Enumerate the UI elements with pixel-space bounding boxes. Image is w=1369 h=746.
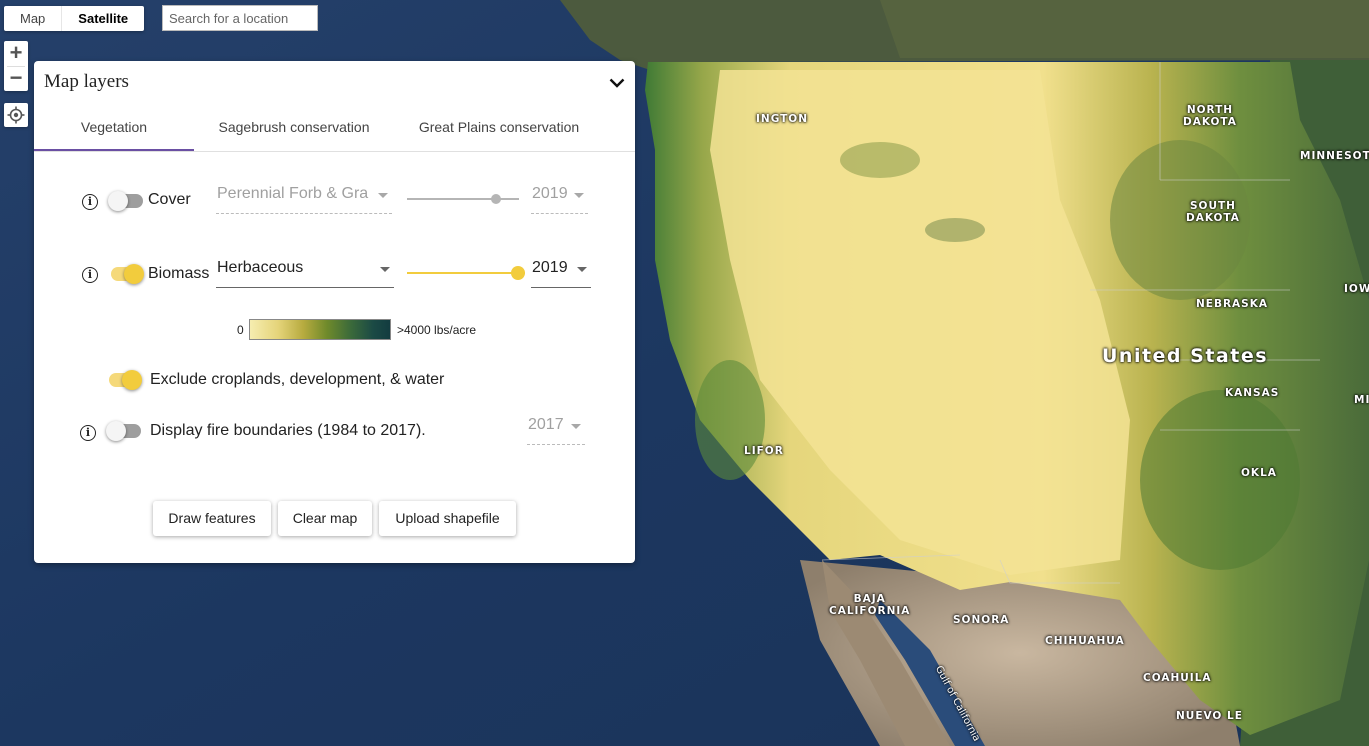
tab-sagebrush-conservation[interactable]: Sagebrush conservation xyxy=(199,109,389,151)
biomass-label: Biomass xyxy=(148,265,210,282)
fire-toggle[interactable] xyxy=(106,421,142,441)
biomass-info-icon[interactable]: i xyxy=(82,267,98,283)
legend-max-label: >4000 lbs/acre xyxy=(397,323,477,337)
biomass-type-value: Herbaceous xyxy=(217,259,304,276)
cover-type-value: Perennial Forb & Gra… xyxy=(217,185,369,202)
exclude-toggle-knob xyxy=(122,370,142,390)
cover-type-select[interactable]: Perennial Forb & Gra… xyxy=(216,182,392,214)
chevron-down-icon xyxy=(574,193,584,198)
biomass-toggle-knob xyxy=(124,264,144,284)
label-sonora: SONORA xyxy=(953,614,1010,626)
cover-toggle[interactable] xyxy=(108,191,144,211)
label-chihuahua: CHIHUAHUA xyxy=(1045,635,1125,647)
biomass-slider-rail xyxy=(407,272,525,274)
exclude-toggle[interactable] xyxy=(106,370,142,390)
upload-shapefile-button[interactable]: Upload shapefile xyxy=(379,501,516,536)
cover-info-icon[interactable]: i xyxy=(82,194,98,210)
label-iowa: IOW xyxy=(1344,283,1369,295)
biomass-slider-thumb[interactable] xyxy=(511,266,525,280)
fire-toggle-knob xyxy=(106,421,126,441)
label-coahuila: COAHUILA xyxy=(1143,672,1212,684)
zoom-control: + − xyxy=(4,41,28,91)
fire-label: Display fire boundaries (1984 to 2017). xyxy=(150,422,426,439)
label-united-states: United States xyxy=(1102,345,1269,367)
exclude-label: Exclude croplands, development, & water xyxy=(150,371,445,388)
biomass-toggle[interactable] xyxy=(108,264,144,284)
cover-slider-thumb[interactable] xyxy=(491,194,501,204)
draw-features-button[interactable]: Draw features xyxy=(153,501,271,536)
panel-title: Map layers xyxy=(44,71,129,92)
search-input[interactable] xyxy=(162,5,318,31)
legend-min-label: 0 xyxy=(237,323,244,337)
chevron-down-icon xyxy=(378,193,388,198)
label-kansas: KANSAS xyxy=(1225,387,1280,399)
label-minnesota: MINNESOTA xyxy=(1300,150,1369,162)
label-nebraska: NEBRASKA xyxy=(1196,298,1268,310)
cover-year-value: 2019 xyxy=(532,185,568,202)
cover-slider-rail xyxy=(407,198,519,200)
chevron-down-icon xyxy=(577,267,587,272)
chevron-down-icon xyxy=(609,78,625,88)
cover-toggle-knob xyxy=(108,191,128,211)
chevron-down-icon xyxy=(571,424,581,429)
biomass-legend-colorbar xyxy=(249,319,391,340)
map-type-control: Map Satellite xyxy=(4,6,145,31)
label-missouri: MI xyxy=(1354,394,1369,406)
label-washington: INGTON xyxy=(756,113,809,125)
cover-year-slider[interactable] xyxy=(407,189,519,209)
my-location-button[interactable] xyxy=(4,103,28,127)
collapse-button[interactable] xyxy=(607,73,627,93)
label-south-dakota: SOUTH DAKOTA xyxy=(1186,200,1240,224)
zoom-in-button[interactable]: + xyxy=(4,41,28,66)
fire-info-icon[interactable]: i xyxy=(80,425,96,441)
fire-year-select[interactable]: 2017 xyxy=(527,413,585,445)
tab-vegetation[interactable]: Vegetation xyxy=(34,109,194,151)
zoom-out-button[interactable]: − xyxy=(4,67,28,92)
biomass-type-select[interactable]: Herbaceous xyxy=(216,256,394,288)
tab-great-plains-conservation[interactable]: Great Plains conservation xyxy=(404,109,594,151)
chevron-down-icon xyxy=(380,267,390,272)
label-nuevo-leon: NUEVO LE xyxy=(1176,710,1243,722)
biomass-year-slider[interactable] xyxy=(407,263,525,283)
crosshair-icon xyxy=(7,106,25,124)
label-oklahoma: OKLA xyxy=(1241,467,1277,479)
label-baja-california: BAJA CALIFORNIA xyxy=(829,593,911,617)
biomass-year-select[interactable]: 2019 xyxy=(531,256,591,288)
map-layers-panel: Map layers Vegetation Sagebrush conserva… xyxy=(34,61,635,563)
biomass-year-value: 2019 xyxy=(532,259,568,276)
fire-year-value: 2017 xyxy=(528,416,564,433)
cover-label: Cover xyxy=(148,191,191,208)
map-type-map-button[interactable]: Map xyxy=(4,6,61,31)
layer-tabs: Vegetation Sagebrush conservation Great … xyxy=(34,109,635,152)
label-california: LIFOR xyxy=(744,445,784,457)
label-north-dakota: NORTH DAKOTA xyxy=(1183,104,1237,128)
clear-map-button[interactable]: Clear map xyxy=(278,501,372,536)
map-type-satellite-button[interactable]: Satellite xyxy=(62,6,144,31)
cover-year-select[interactable]: 2019 xyxy=(531,182,588,214)
